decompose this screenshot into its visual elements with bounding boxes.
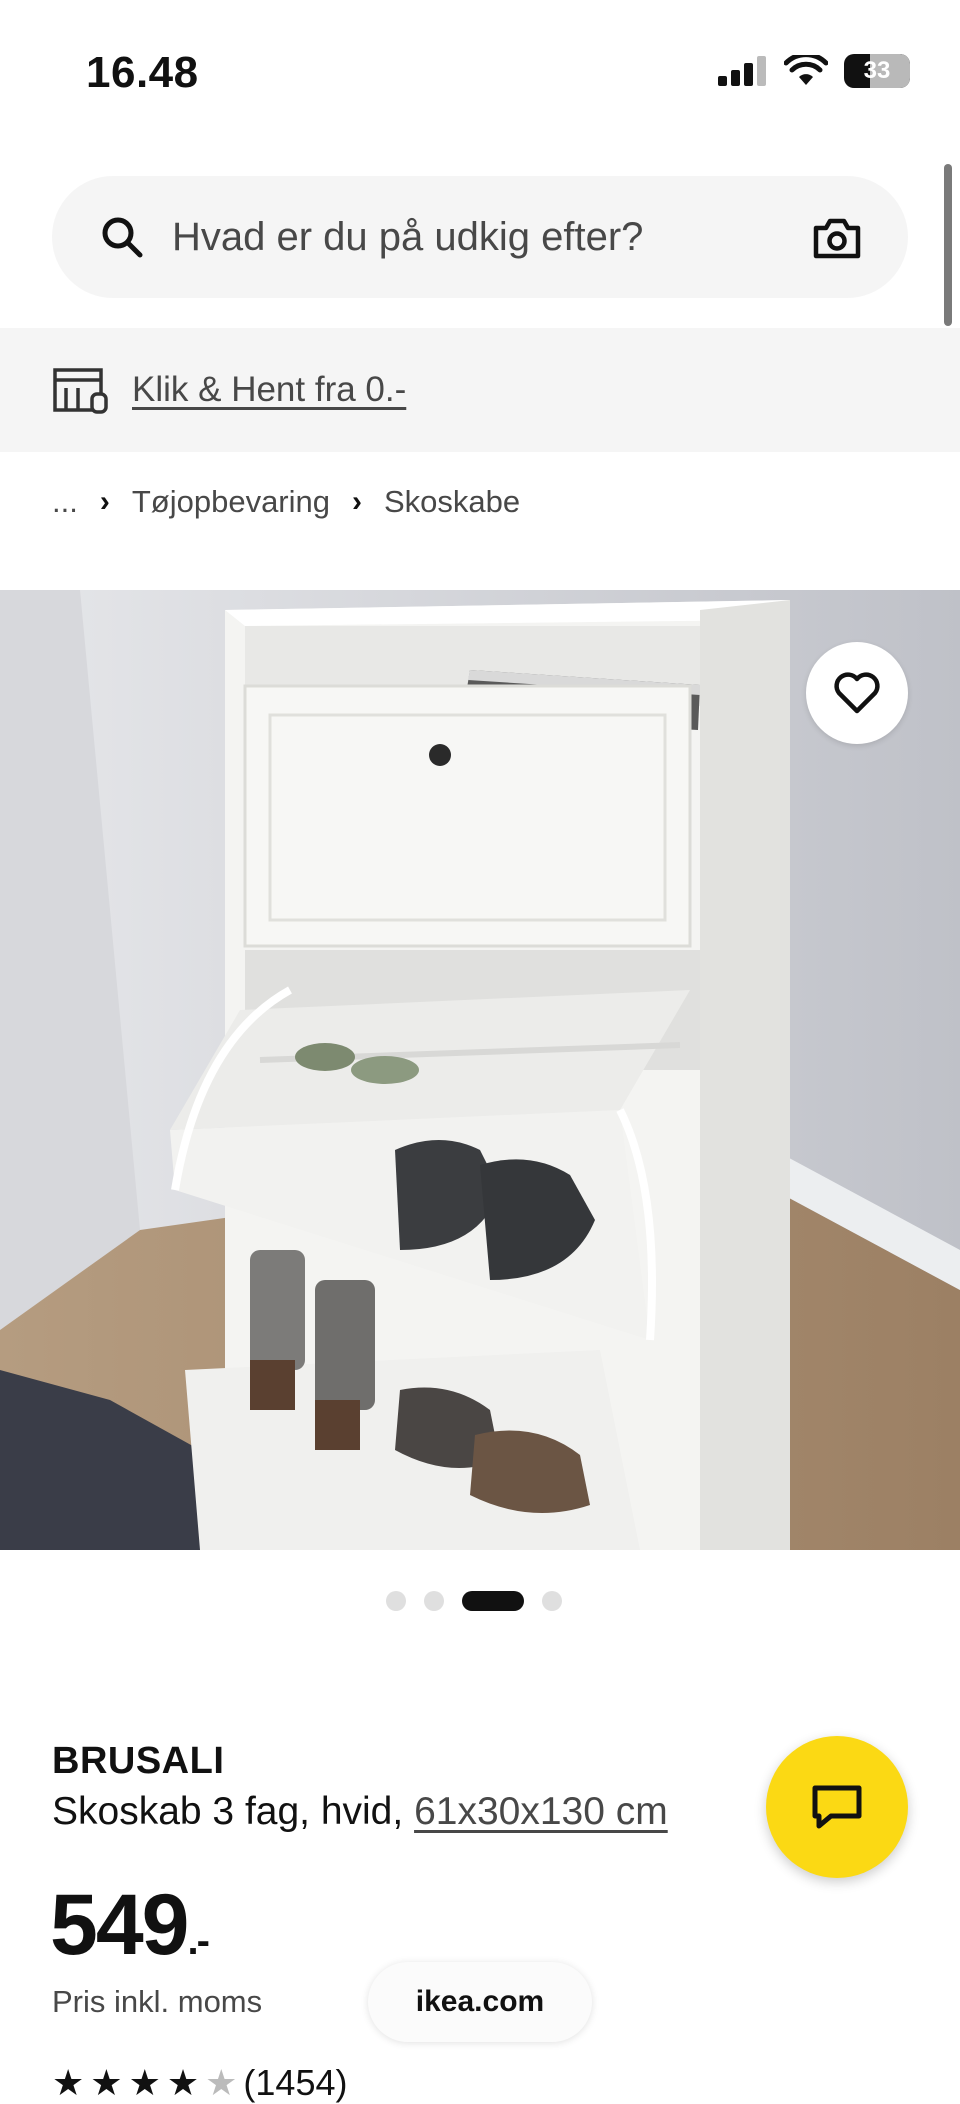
click-collect-banner[interactable]: Klik & Hent fra 0.- — [0, 328, 960, 452]
star-icon: ★ — [128, 2062, 161, 2103]
search-input[interactable]: Hvad er du på udkig efter? — [172, 215, 643, 260]
carousel-dot[interactable] — [424, 1591, 444, 1611]
heart-icon — [834, 672, 880, 714]
carousel-indicator — [386, 1591, 562, 1611]
chevron-right-icon: › — [352, 485, 362, 518]
breadcrumb-item-clothing-storage[interactable]: Tøjopbevaring — [132, 484, 330, 520]
breadcrumb-item-more[interactable]: ... — [52, 484, 78, 520]
status-time: 16.48 — [86, 48, 199, 97]
price-suffix: .- — [187, 1919, 210, 1963]
product-description: Skoskab 3 fag, hvid, 61x30x130 cm — [52, 1790, 668, 1834]
chevron-right-icon: › — [99, 485, 110, 518]
star-icon: ★ — [90, 2062, 123, 2103]
chat-bubble-icon — [812, 1785, 862, 1829]
add-to-favorites-button[interactable] — [806, 642, 908, 744]
price-value: 549 — [50, 1877, 189, 1973]
rating-count: (1454) — [243, 2062, 348, 2103]
wifi-icon — [784, 55, 828, 85]
price-note: Pris inkl. moms — [52, 1984, 263, 2019]
battery-level: 33 — [863, 57, 891, 84]
product-image[interactable] — [0, 590, 960, 1550]
product-brand: BRUSALI — [52, 1740, 225, 1782]
star-icon: ★ — [166, 2062, 200, 2103]
carousel-dot[interactable] — [542, 1591, 562, 1611]
search-bar[interactable]: Hvad er du på udkig efter? — [52, 176, 908, 298]
carousel-dot-active[interactable] — [462, 1591, 524, 1611]
cellular-signal-icon — [718, 56, 766, 86]
chat-button[interactable] — [766, 1736, 908, 1878]
breadcrumb-item-shoe-cabinets[interactable]: Skoskabe — [384, 484, 520, 520]
page-scrollbar[interactable] — [944, 164, 952, 326]
browser-url-pill[interactable]: ikea.com — [368, 1962, 592, 2042]
shoe-cabinet-photo — [0, 590, 960, 1550]
camera-icon[interactable] — [812, 216, 862, 260]
star-icon: ★ — [52, 2062, 85, 2103]
store-icon — [53, 368, 108, 414]
battery-icon: 33 — [844, 54, 910, 88]
product-description-text: Skoskab 3 fag, hvid, — [52, 1790, 404, 1833]
carousel-dot[interactable] — [386, 1591, 406, 1611]
product-price: 549.- — [50, 1876, 210, 1975]
product-rating[interactable]: ★ ★ ★ ★ ★ (1454) — [52, 2062, 347, 2104]
star-half-icon: ★ — [205, 2062, 238, 2103]
status-icons: 33 — [718, 54, 910, 88]
search-icon — [102, 217, 143, 258]
breadcrumb: ... › Tøjopbevaring › Skoskabe — [52, 484, 520, 520]
click-collect-link[interactable]: Klik & Hent fra 0.- — [132, 370, 406, 410]
product-dimensions-link[interactable]: 61x30x130 cm — [414, 1790, 668, 1833]
